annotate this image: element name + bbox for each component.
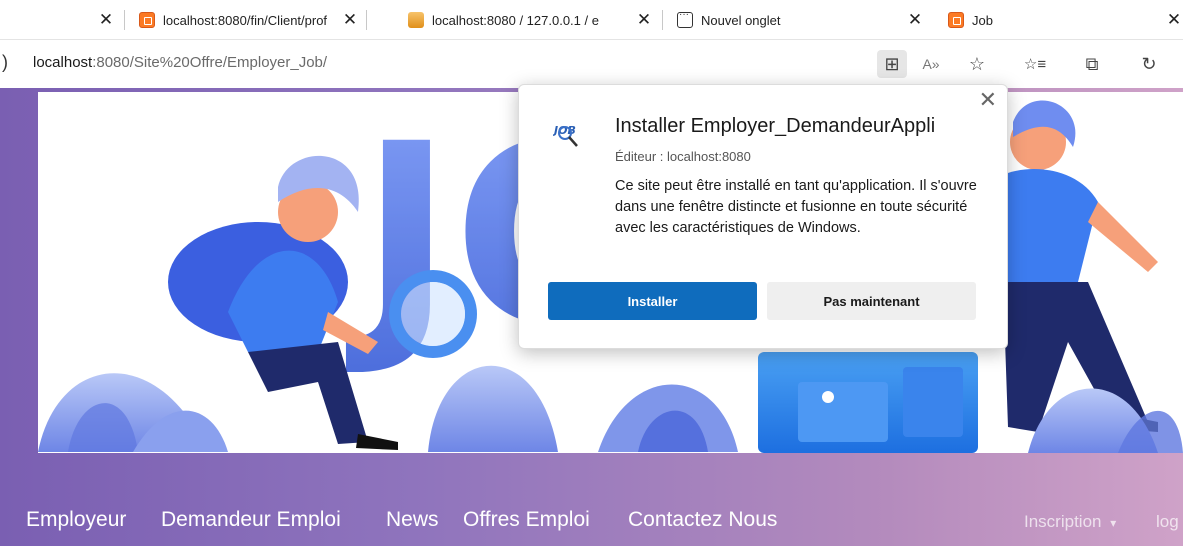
close-icon[interactable]: ✕ [979, 89, 997, 111]
tab-client-profile[interactable]: localhost:8080/fin/Client/prof [139, 7, 335, 33]
install-app-dialog: ✕ JOB Installer Employer_DemandeurAppli … [518, 84, 1008, 349]
close-tab-icon[interactable]: ✕ [96, 7, 116, 33]
xampp-icon [948, 12, 964, 28]
add-favorite-icon[interactable]: ☆ [962, 50, 992, 78]
url-path: :8080/Site%20Offre/Employer_Job/ [92, 54, 328, 71]
favorites-icon[interactable]: ☆≡ [1020, 50, 1050, 78]
nav-contactez-nous[interactable]: Contactez Nous [628, 508, 777, 532]
history-icon[interactable]: ↻ [1134, 50, 1164, 78]
close-tab-icon[interactable]: ✕ [340, 7, 360, 33]
tab-divider [366, 10, 367, 30]
tab-divider [124, 10, 125, 30]
tab-divider [662, 10, 663, 30]
app-available-icon[interactable]: ⊞ [877, 50, 907, 78]
tab-label: localhost:8080 / 127.0.0.1 / e [432, 12, 599, 28]
read-aloud-icon[interactable]: A» [916, 50, 946, 78]
tab-label: Nouvel onglet [701, 12, 781, 28]
url-field[interactable]: localhost:8080/Site%20Offre/Employer_Job… [33, 54, 327, 71]
close-tab-icon[interactable]: ✕ [1166, 7, 1182, 33]
dialog-description: Ce site peut être installé en tant qu'ap… [615, 178, 977, 236]
not-now-button[interactable]: Pas maintenant [767, 282, 976, 320]
close-tab-icon[interactable]: ✕ [905, 7, 925, 33]
url-host: localhost [33, 54, 93, 71]
close-tab-icon[interactable]: ✕ [634, 7, 654, 33]
site-navbar: Employeur Demandeur Emploi News Offres E… [0, 506, 1183, 546]
svg-text:JOB: JOB [553, 124, 576, 137]
phpmyadmin-icon [408, 12, 424, 28]
app-logo-icon: JOB [553, 124, 578, 147]
dialog-title: Installer Employer_DemandeurAppli [615, 115, 936, 137]
collections-icon[interactable]: ⧉ [1077, 50, 1107, 78]
nav-employeur[interactable]: Employeur [26, 508, 126, 532]
address-bar: ) localhost:8080/Site%20Offre/Employer_J… [0, 40, 1183, 88]
tab-job[interactable]: Job [948, 7, 1088, 33]
xampp-icon [139, 12, 155, 28]
nav-inscription-dropdown[interactable]: Inscription ▾ [1024, 512, 1116, 532]
new-tab-icon [677, 9, 693, 28]
nav-login[interactable]: log [1156, 512, 1179, 532]
tab-new-tab[interactable]: Nouvel onglet [677, 7, 907, 33]
nav-news[interactable]: News [386, 508, 439, 532]
install-button[interactable]: Installer [548, 282, 757, 320]
tab-phpmyadmin[interactable]: localhost:8080 / 127.0.0.1 / e [408, 7, 652, 33]
chevron-down-icon: ▾ [1110, 516, 1117, 530]
tab-label: Job [972, 12, 993, 28]
nav-offres-emploi[interactable]: Offres Emploi [463, 508, 590, 532]
tab-label: localhost:8080/fin/Client/prof [163, 12, 328, 28]
dialog-publisher: Éditeur : localhost:8080 [615, 149, 751, 164]
refresh-icon[interactable]: ) [2, 52, 8, 73]
tab-strip: ✕ localhost:8080/fin/Client/prof ✕ local… [0, 0, 1183, 40]
nav-demandeur-emploi[interactable]: Demandeur Emploi [161, 508, 341, 532]
nav-inscription-label: Inscription [1024, 512, 1102, 531]
